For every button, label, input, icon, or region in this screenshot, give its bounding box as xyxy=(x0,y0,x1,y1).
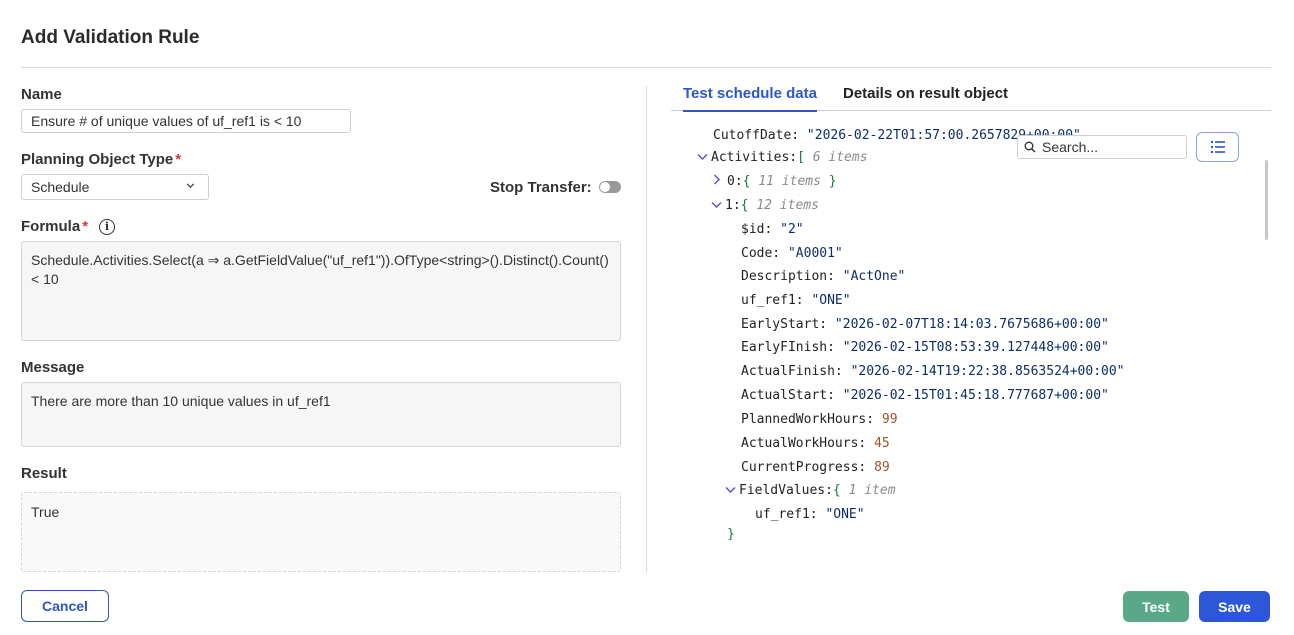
message-textarea[interactable]: There are more than 10 unique values in … xyxy=(21,382,621,447)
toggle-knob xyxy=(600,182,610,192)
planning-object-type-label: Planning Object Type * xyxy=(21,151,182,168)
info-icon[interactable]: i xyxy=(99,219,115,235)
json-field: PlannedWorkHours: 99 xyxy=(741,412,898,427)
formula-label: Formula * xyxy=(21,218,89,235)
search-box[interactable] xyxy=(1017,135,1187,159)
json-line-activities[interactable]: Activities:[ 6 items xyxy=(697,148,868,168)
json-field: ActualStart: "2026-02-15T01:45:18.777687… xyxy=(741,388,1109,403)
search-input[interactable] xyxy=(1042,139,1182,155)
json-close-brace: } xyxy=(727,527,735,540)
cancel-button[interactable]: Cancel xyxy=(21,590,109,622)
json-field: ActualFinish: "2026-02-14T19:22:38.85635… xyxy=(741,364,1125,379)
tab-test-schedule-data[interactable]: Test schedule data xyxy=(683,85,817,112)
chevron-down-icon xyxy=(185,180,196,194)
required-marker: * xyxy=(82,218,89,235)
json-field: uf_ref1: "ONE" xyxy=(755,507,865,522)
list-icon xyxy=(1210,140,1225,154)
chevron-right-icon[interactable] xyxy=(713,172,727,192)
formula-textarea[interactable]: Schedule.Activities.Select(a ⇒ a.GetFiel… xyxy=(21,241,621,341)
json-field: EarlyStart: "2026-02-07T18:14:03.7675686… xyxy=(741,317,1109,332)
add-validation-rule-dialog: Add Validation Rule Name Ensure # of uni… xyxy=(0,0,1294,635)
planning-object-type-value: Schedule xyxy=(31,179,90,195)
message-label: Message xyxy=(21,359,85,376)
tab-details-on-result-object[interactable]: Details on result object xyxy=(843,85,1008,110)
chevron-down-icon[interactable] xyxy=(725,481,739,501)
chevron-down-icon[interactable] xyxy=(711,196,725,216)
json-line-item-0[interactable]: 0:{ 11 items } xyxy=(713,172,837,192)
json-tree-view: CutoffDate: "2026-02-22T01:57:00.2657829… xyxy=(671,120,1271,540)
json-field: Description: "ActOne" xyxy=(741,269,906,284)
result-label: Result xyxy=(21,465,67,482)
planning-object-type-select[interactable]: Schedule xyxy=(21,174,209,200)
json-field: EarlyFInish: "2026-02-15T08:53:39.127448… xyxy=(741,340,1109,355)
save-button[interactable]: Save xyxy=(1199,591,1270,622)
name-label: Name xyxy=(21,86,62,103)
json-field: ActualWorkHours: 45 xyxy=(741,436,890,451)
list-view-button[interactable] xyxy=(1196,132,1239,162)
json-field: $id: "2" xyxy=(741,222,804,237)
stop-transfer-toggle[interactable] xyxy=(599,181,621,193)
result-tabs: Test schedule data Details on result obj… xyxy=(671,80,1271,112)
test-button[interactable]: Test xyxy=(1123,591,1189,622)
title-divider xyxy=(21,67,1271,68)
name-input[interactable]: Ensure # of unique values of uf_ref1 is … xyxy=(21,109,351,133)
dialog-title: Add Validation Rule xyxy=(21,27,200,48)
json-field: Code: "A0001" xyxy=(741,246,843,261)
json-line-fieldvalues[interactable]: FieldValues:{ 1 item xyxy=(725,481,896,501)
json-line-item-1[interactable]: 1:{ 12 items xyxy=(711,196,819,216)
required-marker: * xyxy=(175,151,182,168)
panel-divider xyxy=(646,86,647,572)
chevron-down-icon[interactable] xyxy=(697,148,711,168)
stop-transfer-label: Stop Transfer: xyxy=(490,179,592,196)
json-field: CurrentProgress: 89 xyxy=(741,460,890,475)
result-box: True xyxy=(21,492,621,572)
search-icon xyxy=(1024,141,1036,153)
json-field: uf_ref1: "ONE" xyxy=(741,293,851,308)
json-scrollbar[interactable] xyxy=(1265,160,1268,240)
